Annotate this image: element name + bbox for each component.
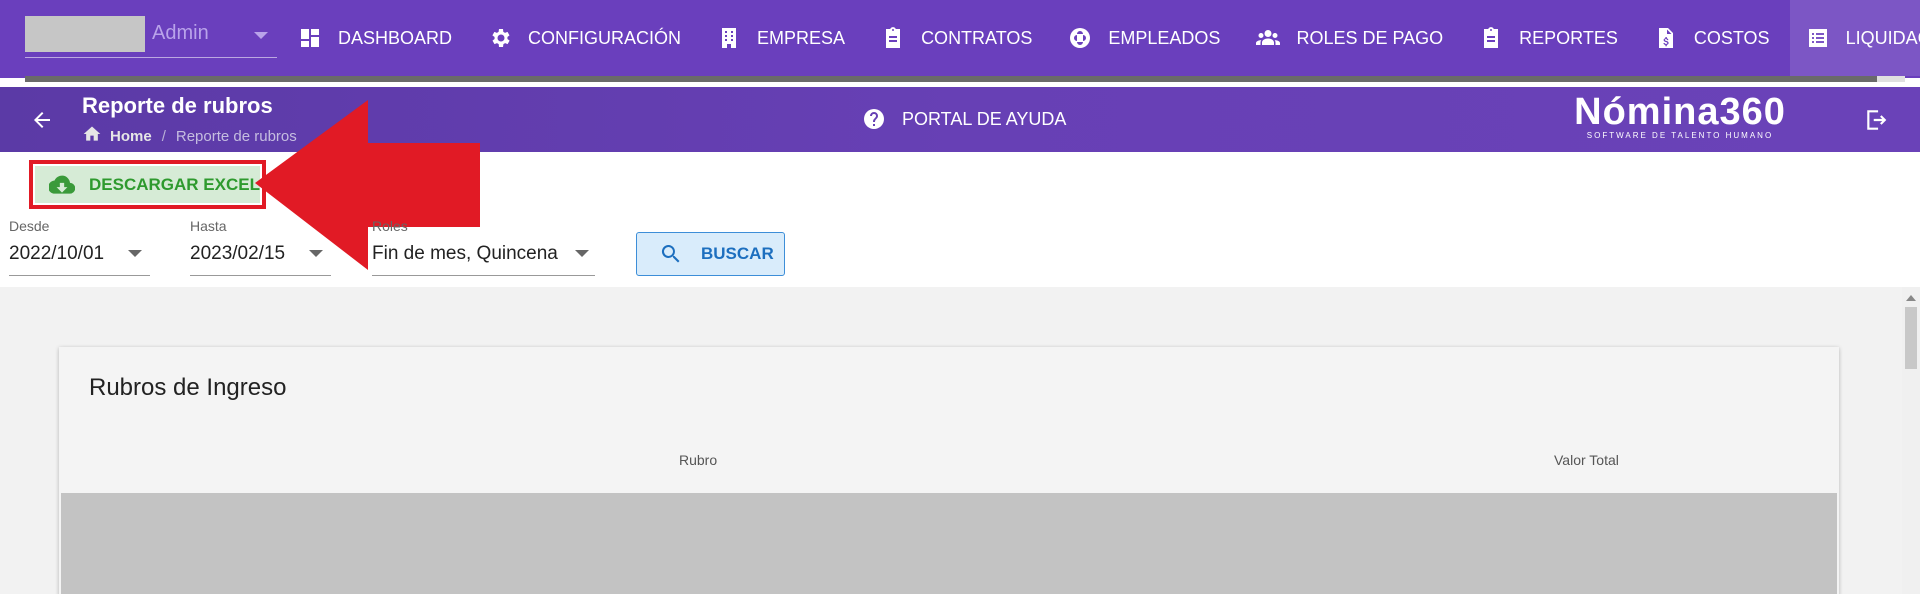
income-card: Rubros de Ingreso Rubro Valor Total	[59, 347, 1839, 594]
invoice-icon	[1654, 26, 1678, 50]
help-label: PORTAL DE AYUDA	[902, 108, 1067, 129]
logout-icon	[1867, 110, 1887, 130]
chevron-down-icon[interactable]	[309, 250, 323, 257]
chevron-down-icon[interactable]	[254, 32, 268, 39]
roles-value[interactable]: Fin de mes, Quincena	[372, 243, 558, 265]
hasta-underline	[190, 275, 331, 276]
breadcrumb-home[interactable]: Home	[110, 128, 152, 145]
scroll-thumb[interactable]	[1905, 307, 1917, 369]
desde-field[interactable]: Desde 2022/10/01	[9, 218, 150, 276]
card-title: Rubros de Ingreso	[89, 374, 287, 401]
nav-menu: DASHBOARD CONFIGURACIÓN EMPRESA CONTRATO…	[282, 0, 1920, 78]
search-button[interactable]: BUSCAR	[636, 232, 785, 276]
list-icon	[1806, 26, 1830, 50]
nav-item-configuracion[interactable]: CONFIGURACIÓN	[472, 0, 701, 76]
hasta-value[interactable]: 2023/02/15	[190, 243, 285, 265]
scrollbar[interactable]	[1902, 287, 1920, 594]
nav-item-reportes[interactable]: REPORTES	[1463, 0, 1638, 76]
desde-label: Desde	[9, 218, 50, 234]
roles-label: Roles	[372, 218, 408, 234]
scroll-up-arrow-icon[interactable]	[1906, 295, 1916, 301]
nav-item-label: REPORTES	[1519, 27, 1618, 48]
breadcrumb-separator: /	[161, 127, 166, 145]
content-area: Rubros de Ingreso Rubro Valor Total	[0, 287, 1902, 594]
user-name: Admin	[152, 22, 209, 44]
dashboard-icon	[298, 26, 322, 50]
avatar	[25, 16, 145, 52]
clipboard-icon	[881, 26, 905, 50]
help-icon	[864, 109, 884, 129]
nav-item-label: COSTOS	[1693, 27, 1770, 48]
top-nav: Admin DASHBOARD CONFIGURACIÓN EMPRESA CO…	[0, 0, 1920, 78]
column-header-valor-total[interactable]: Valor Total	[1554, 452, 1619, 468]
user-selector[interactable]: Admin	[25, 16, 277, 58]
employees-icon	[1068, 26, 1092, 50]
nav-item-label: LIQUIDACIONES	[1845, 27, 1920, 48]
home-icon[interactable]	[82, 124, 102, 148]
page-title: Reporte de rubros	[82, 93, 273, 118]
nav-item-empresa[interactable]: EMPRESA	[701, 0, 865, 76]
nav-item-liquidaciones[interactable]: LIQUIDACIONES	[1789, 0, 1920, 76]
nav-item-label: CONFIGURACIÓN	[528, 27, 682, 48]
help-portal-link[interactable]: PORTAL DE AYUDA	[862, 107, 1066, 131]
users-icon	[1256, 26, 1281, 50]
chevron-down-icon[interactable]	[128, 250, 142, 257]
download-excel-button[interactable]: DESCARGAR EXCEL	[35, 166, 260, 203]
desde-underline	[9, 275, 150, 276]
arrow-left-icon	[34, 112, 50, 128]
desde-value[interactable]: 2022/10/01	[9, 243, 104, 265]
download-excel-label: DESCARGAR EXCEL	[89, 174, 260, 194]
nav-item-label: DASHBOARD	[338, 27, 453, 48]
cloud-download-icon	[49, 175, 75, 194]
column-header-rubro[interactable]: Rubro	[679, 452, 717, 468]
brand-tagline: SOFTWARE DE TALENTO HUMANO	[1586, 131, 1774, 140]
hasta-label: Hasta	[190, 218, 227, 234]
roles-underline	[372, 275, 595, 276]
nav-item-costos[interactable]: COSTOS	[1638, 0, 1790, 76]
loading-progress-bar	[25, 76, 1905, 82]
search-label: BUSCAR	[701, 244, 774, 263]
nav-item-label: CONTRATOS	[921, 27, 1033, 48]
nav-item-contratos[interactable]: CONTRATOS	[865, 0, 1052, 76]
clipboard-list-icon	[1479, 26, 1503, 50]
brand-logo: Nómina360 SOFTWARE DE TALENTO HUMANO	[1568, 91, 1792, 140]
nav-item-label: EMPLEADOS	[1108, 27, 1221, 48]
gear-icon	[488, 26, 512, 50]
nav-item-label: ROLES DE PAGO	[1296, 27, 1444, 48]
hasta-field[interactable]: Hasta 2023/02/15	[190, 218, 331, 276]
table-body-placeholder	[61, 493, 1837, 594]
roles-field[interactable]: Roles Fin de mes, Quincena	[372, 218, 595, 276]
chevron-down-icon[interactable]	[575, 250, 589, 257]
logout-button[interactable]	[1864, 107, 1892, 135]
nav-item-empleados[interactable]: EMPLEADOS	[1052, 0, 1240, 76]
search-icon	[661, 245, 680, 263]
nav-item-roles-de-pago[interactable]: ROLES DE PAGO	[1240, 0, 1463, 76]
back-button[interactable]	[26, 104, 58, 136]
nav-item-label: EMPRESA	[757, 27, 846, 48]
building-icon	[717, 26, 741, 50]
brand-name: Nómina360	[1574, 91, 1786, 133]
nav-item-dashboard[interactable]: DASHBOARD	[282, 0, 472, 76]
progress-fill	[25, 76, 1877, 82]
